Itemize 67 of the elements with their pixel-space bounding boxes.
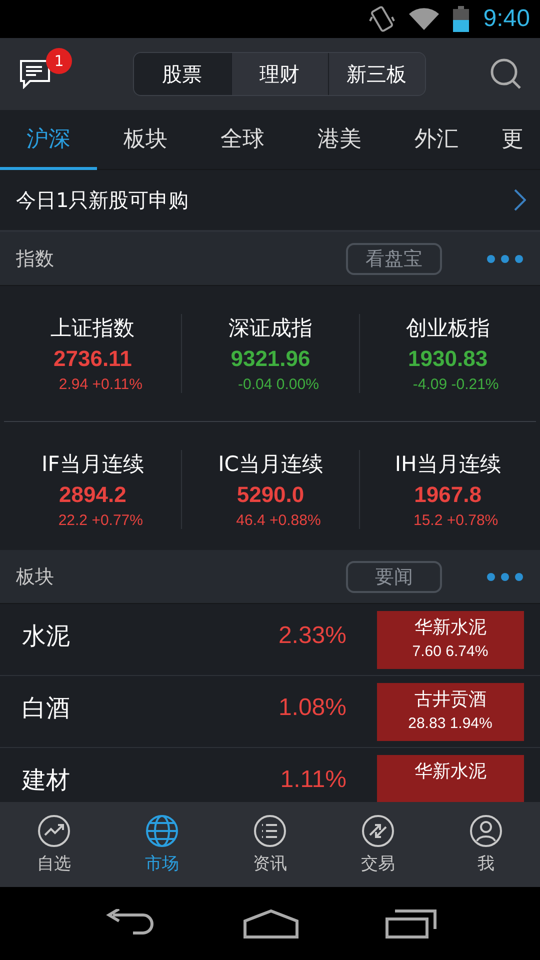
index-name: 创业板指 xyxy=(406,315,490,342)
sector-change: 2.33% xyxy=(277,621,346,651)
home-button[interactable] xyxy=(243,908,299,938)
status-time: 9:40 xyxy=(483,5,530,33)
sector-name[interactable]: 白酒 xyxy=(22,693,248,723)
index-change: 2.94 +0.11% xyxy=(58,376,142,393)
notification-badge: 1 xyxy=(46,48,72,74)
index-price: 9321.96 xyxy=(230,346,310,372)
leading-stock-card[interactable]: 华新水泥 xyxy=(376,755,524,802)
market-tab[interactable]: 沪深 xyxy=(0,110,97,170)
index-name: 深证成指 xyxy=(228,315,312,342)
index-price: 5290.0 xyxy=(236,482,304,508)
bottom-nav-item[interactable]: 市场 xyxy=(108,802,216,887)
market-tab[interactable]: 外汇 xyxy=(388,110,485,170)
index-price: 1930.83 xyxy=(408,346,488,372)
segment-tab[interactable]: 新三板 xyxy=(328,53,424,95)
leading-stock-card[interactable]: 古井贡酒 28.83 1.94% xyxy=(376,683,524,741)
trend-chart-icon xyxy=(37,814,71,848)
market-tab[interactable]: 更 xyxy=(485,110,540,170)
bottom-nav-item[interactable]: 我 xyxy=(432,802,540,887)
index-name: 上证指数 xyxy=(50,315,135,342)
index-name: IH当月连续 xyxy=(394,451,501,478)
index-change: 46.4 +0.88% xyxy=(235,512,321,529)
section-title: 板块 xyxy=(16,564,55,590)
bottom-nav-item[interactable]: 资讯 xyxy=(216,802,324,887)
vibrate-icon xyxy=(369,5,396,33)
message-icon[interactable] xyxy=(18,59,52,89)
index-change: -4.09 -0.21% xyxy=(412,376,499,393)
market-tab[interactable]: 全球 xyxy=(194,110,291,170)
section-title: 指数 xyxy=(16,246,55,272)
index-price: 2894.2 xyxy=(59,482,126,508)
stock-quote: 28.83 1.94% xyxy=(408,714,492,734)
index-change: -0.04 0.00% xyxy=(237,376,319,393)
list-icon xyxy=(253,814,287,848)
sector-name[interactable]: 水泥 xyxy=(22,621,248,651)
index-change: 15.2 +0.78% xyxy=(412,512,498,529)
battery-icon xyxy=(453,6,470,32)
index-change: 22.2 +0.77% xyxy=(57,512,143,529)
section-button[interactable]: 看盘宝 xyxy=(346,242,442,274)
index-name: IC当月连续 xyxy=(218,451,323,478)
sector-change: 1.11% xyxy=(279,765,346,795)
bottom-nav-item[interactable]: 交易 xyxy=(324,802,432,887)
stock-name: 华新水泥 xyxy=(414,616,486,640)
index-price: 1967.8 xyxy=(414,482,482,508)
sector-name[interactable]: 建材 xyxy=(22,765,248,795)
section-button[interactable]: 要闻 xyxy=(346,560,442,592)
sector-change: 1.08% xyxy=(277,693,346,723)
wifi-icon xyxy=(409,8,440,30)
more-dots-icon[interactable] xyxy=(486,572,524,582)
segment-tab[interactable]: 股票 xyxy=(134,53,230,95)
leading-stock-card[interactable]: 华新水泥 7.60 6.74% xyxy=(376,611,524,669)
exchange-arrows-icon xyxy=(361,814,395,848)
index-price: 2736.11 xyxy=(54,346,132,372)
index-name: IF当月连续 xyxy=(42,451,144,478)
ipo-notice[interactable]: 今日1只新股可申购 xyxy=(16,186,189,214)
bottom-nav-item[interactable]: 自选 xyxy=(0,802,108,887)
more-dots-icon[interactable] xyxy=(486,254,524,264)
market-tab[interactable]: 板块 xyxy=(97,110,194,170)
recent-apps-button[interactable] xyxy=(385,908,437,938)
stock-name: 古井贡酒 xyxy=(414,688,486,712)
globe-icon xyxy=(145,814,179,848)
stock-name: 华新水泥 xyxy=(414,760,486,784)
person-icon xyxy=(469,814,503,848)
market-tab[interactable]: 港美 xyxy=(291,110,388,170)
search-icon[interactable] xyxy=(490,58,522,90)
stock-quote: 7.60 6.74% xyxy=(412,642,488,662)
chevron-right-icon[interactable] xyxy=(514,189,526,211)
